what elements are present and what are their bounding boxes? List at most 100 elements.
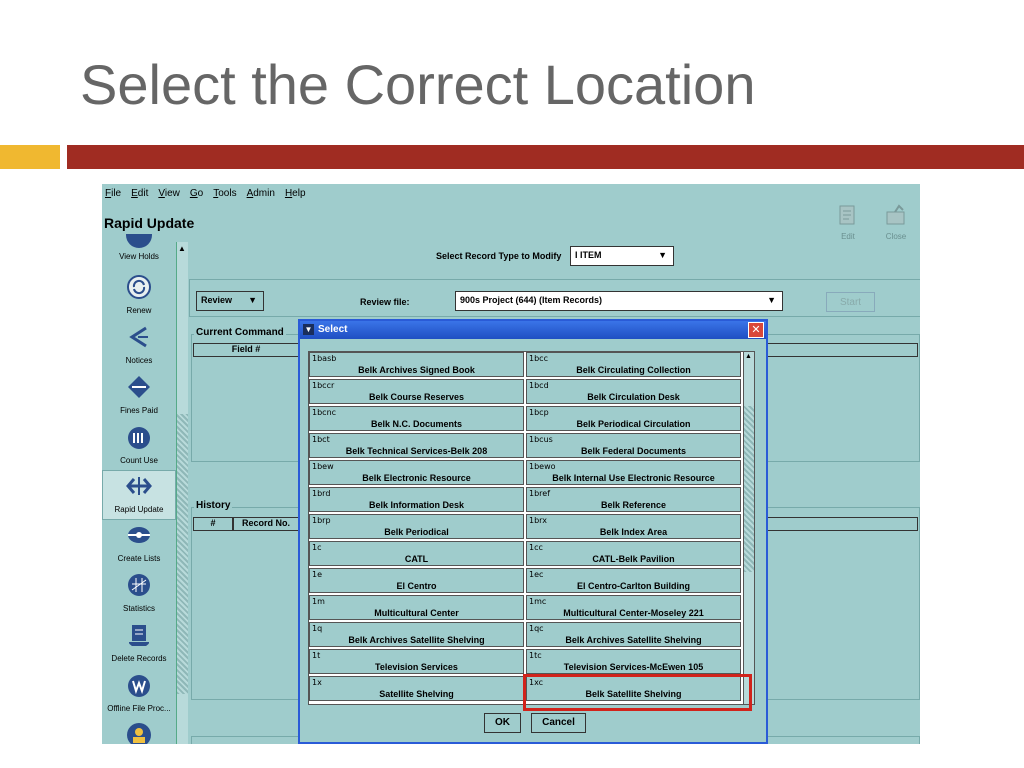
- app-window: File Edit View Go Tools Admin Help Rapid…: [102, 184, 920, 744]
- location-name: Belk Archives Satellite Shelving: [348, 635, 485, 645]
- sidebar-scrollbar[interactable]: ▲: [176, 242, 188, 744]
- location-code: 1t: [312, 651, 321, 660]
- close-label: Close: [885, 232, 907, 241]
- location-option[interactable]: 1bew Belk Electronic Resource: [309, 460, 524, 485]
- record-type-value: I ITEM: [575, 250, 602, 260]
- ok-button[interactable]: OK: [484, 713, 521, 733]
- location-option[interactable]: 1e El Centro: [309, 568, 524, 593]
- location-option[interactable]: 1brd Belk Information Desk: [309, 487, 524, 512]
- location-option[interactable]: 1brx Belk Index Area: [526, 514, 741, 539]
- location-name: Television Services-McEwen 105: [563, 662, 704, 672]
- review-file-select[interactable]: 900s Project (644) (Item Records) ▼: [455, 291, 783, 311]
- location-name: CATL: [404, 554, 429, 564]
- location-option[interactable]: 1m Multicultural Center: [309, 595, 524, 620]
- sidebar-item-next[interactable]: [102, 720, 176, 744]
- sidebar-item-create-lists[interactable]: Create Lists: [102, 520, 176, 570]
- menu-file[interactable]: File: [105, 188, 121, 202]
- menu-edit[interactable]: Edit: [131, 188, 148, 202]
- slide-title: Select the Correct Location: [80, 53, 756, 116]
- sidebar-item-rapid-update[interactable]: Rapid Update: [102, 470, 176, 520]
- dialog-scrollbar[interactable]: ▲: [743, 351, 755, 705]
- location-option[interactable]: 1bcd Belk Circulation Desk: [526, 379, 741, 404]
- location-option[interactable]: 1bcnc Belk N.C. Documents: [309, 406, 524, 431]
- review-file-value: 900s Project (644) (Item Records): [460, 295, 603, 305]
- sidebar-item-offline-file-processing[interactable]: Offline File Proc...: [102, 670, 176, 720]
- location-code: 1bcnc: [312, 408, 337, 417]
- location-option[interactable]: 1bct Belk Technical Services-Belk 208: [309, 433, 524, 458]
- review-file-label: Review file:: [360, 297, 410, 307]
- location-code: 1bcd: [529, 381, 549, 390]
- scroll-up-icon[interactable]: ▲: [745, 353, 752, 360]
- location-code: 1bref: [529, 489, 551, 498]
- dialog-scroll-thumb[interactable]: [744, 406, 754, 572]
- location-code: 1bcc: [529, 354, 548, 363]
- menu-help[interactable]: Help: [285, 188, 306, 202]
- close-icon[interactable]: ✕: [748, 322, 764, 338]
- location-option[interactable]: 1c CATL: [309, 541, 524, 566]
- sidebar-scroll-thumb[interactable]: [177, 414, 188, 694]
- count-use-icon: [128, 427, 150, 449]
- menu-bar: File Edit View Go Tools Admin Help: [102, 184, 920, 202]
- location-code: 1cc: [529, 543, 543, 552]
- select-dialog: ▼ Select ✕ 1basb Belk Archives Signed Boo…: [298, 319, 768, 744]
- location-option[interactable]: 1ec El Centro-Carlton Building: [526, 568, 741, 593]
- location-option[interactable]: 1bcus Belk Federal Documents: [526, 433, 741, 458]
- close-toolbar-button[interactable]: Close: [880, 204, 912, 241]
- cancel-button[interactable]: Cancel: [531, 713, 586, 733]
- location-option[interactable]: 1bcc Belk Circulating Collection: [526, 352, 741, 377]
- offline-file-icon: [128, 675, 150, 697]
- location-name: Belk Course Reserves: [368, 392, 465, 402]
- location-code: 1e: [312, 570, 323, 579]
- start-button[interactable]: Start: [826, 292, 875, 312]
- menu-view[interactable]: View: [158, 188, 180, 202]
- fines-paid-icon: [128, 376, 150, 398]
- location-name: Belk Federal Documents: [580, 446, 687, 456]
- location-option[interactable]: 1mc Multicultural Center-Moseley 221: [526, 595, 741, 620]
- selection-highlight: [523, 674, 752, 711]
- field-column-header[interactable]: Field #: [193, 343, 299, 357]
- edit-toolbar-button[interactable]: Edit: [832, 204, 864, 241]
- mode-value: Review: [201, 295, 233, 305]
- dialog-title-bar[interactable]: ▼ Select: [300, 321, 766, 339]
- menu-admin[interactable]: Admin: [247, 188, 275, 202]
- location-code: 1c: [312, 543, 322, 552]
- location-option[interactable]: 1bewo Belk Internal Use Electronic Resour…: [526, 460, 741, 485]
- edit-icon: [839, 205, 855, 225]
- menu-go[interactable]: Go: [190, 188, 203, 202]
- sidebar-item-delete-records[interactable]: Delete Records: [102, 620, 176, 670]
- sidebar-item-notices[interactable]: Notices: [102, 322, 176, 372]
- location-name: Belk Circulating Collection: [576, 365, 691, 375]
- record-type-label: Select Record Type to Modify: [436, 251, 562, 261]
- location-option[interactable]: 1bccr Belk Course Reserves: [309, 379, 524, 404]
- location-option[interactable]: 1t Television Services: [309, 649, 524, 674]
- sidebar-item-statistics[interactable]: Statistics: [102, 570, 176, 620]
- record-type-select[interactable]: I ITEM ▼: [570, 246, 674, 266]
- location-option[interactable]: 1x Satellite Shelving: [309, 676, 524, 701]
- location-option[interactable]: 1tc Television Services-McEwen 105: [526, 649, 741, 674]
- location-option[interactable]: 1brp Belk Periodical: [309, 514, 524, 539]
- java-icon: ▼: [303, 324, 314, 335]
- sidebar-item-renew[interactable]: Renew: [102, 272, 176, 322]
- history-number-header[interactable]: #: [193, 517, 233, 531]
- column-header-right[interactable]: [742, 343, 918, 357]
- location-option[interactable]: 1q Belk Archives Satellite Shelving: [309, 622, 524, 647]
- location-option[interactable]: 1cc CATL-Belk Pavilion: [526, 541, 741, 566]
- sidebar-item-count-use[interactable]: Count Use: [102, 422, 176, 472]
- location-name: Belk Periodical: [384, 527, 449, 537]
- sidebar-item-label: Count Use: [120, 456, 158, 465]
- location-name: Satellite Shelving: [379, 689, 454, 699]
- location-option[interactable]: 1basb Belk Archives Signed Book: [309, 352, 524, 377]
- location-option[interactable]: 1qc Belk Archives Satellite Shelving: [526, 622, 741, 647]
- cancel-label: Cancel: [542, 717, 575, 728]
- location-option[interactable]: 1bcp Belk Periodical Circulation: [526, 406, 741, 431]
- location-code: 1brx: [529, 516, 547, 525]
- sidebar-item-fines-paid[interactable]: Fines Paid: [102, 372, 176, 422]
- location-code: 1bct: [312, 435, 330, 444]
- mode-select[interactable]: Review ▼: [196, 291, 264, 311]
- history-column-right[interactable]: [742, 517, 918, 531]
- location-code: 1bccr: [312, 381, 335, 390]
- history-record-header[interactable]: Record No.: [233, 517, 299, 531]
- location-option[interactable]: 1bref Belk Reference: [526, 487, 741, 512]
- menu-tools[interactable]: Tools: [213, 188, 236, 202]
- scroll-up-icon[interactable]: ▲: [178, 244, 186, 253]
